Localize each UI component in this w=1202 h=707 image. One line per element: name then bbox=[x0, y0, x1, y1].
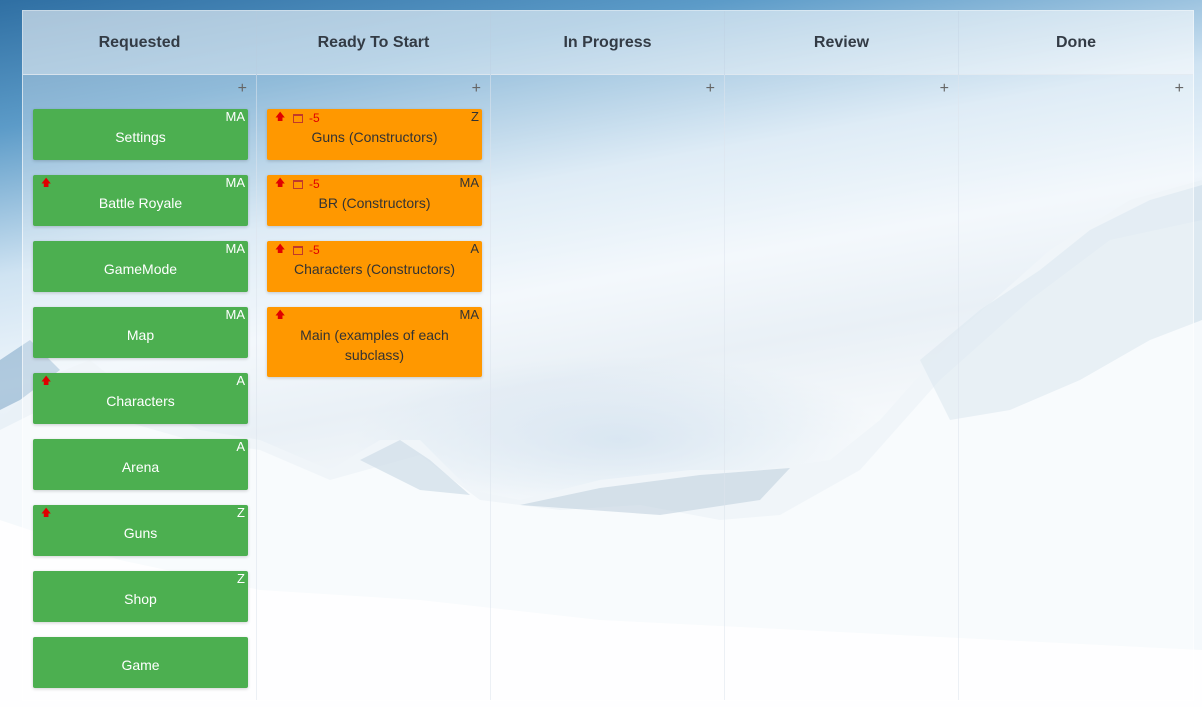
column-review: Review + bbox=[725, 11, 959, 700]
card-meta: 🡅 -5 bbox=[275, 243, 320, 257]
card-list: MA Settings 🡅 MA Battle Royale MA GameMode MA Ma… bbox=[23, 109, 256, 688]
card-meta: 🡅 -5 bbox=[275, 111, 320, 125]
card-meta: 🡅 bbox=[41, 375, 55, 389]
column-done: Done + bbox=[959, 11, 1193, 700]
task-card[interactable]: MA GameMode bbox=[33, 241, 248, 292]
card-meta: 🡅 bbox=[41, 507, 55, 521]
card-meta: 🡅 bbox=[275, 309, 289, 323]
card-title: Map bbox=[126, 327, 155, 343]
card-title: Settings bbox=[115, 129, 166, 145]
column-header: Review bbox=[725, 11, 958, 75]
due-days: -5 bbox=[309, 177, 320, 191]
card-title: Characters bbox=[106, 393, 175, 409]
priority-arrow-up-icon: 🡅 bbox=[275, 243, 286, 255]
assignee-initials: Z bbox=[471, 109, 479, 124]
column-ready-to-start: Ready To Start + 🡅 -5 Z Guns (Constructors)… bbox=[257, 11, 491, 700]
column-header: Done bbox=[959, 11, 1193, 75]
column-header: In Progress bbox=[491, 11, 724, 75]
assignee-initials: Z bbox=[237, 571, 245, 586]
due-days: -5 bbox=[309, 111, 320, 125]
task-card[interactable]: MA Map bbox=[33, 307, 248, 358]
card-title: Shop bbox=[124, 591, 157, 607]
assignee-initials: MA bbox=[225, 109, 246, 124]
column-requested: Requested + MA Settings 🡅 MA Battle Royale MA… bbox=[23, 11, 257, 700]
priority-arrow-up-icon: 🡅 bbox=[41, 375, 52, 387]
card-title: Battle Royale bbox=[98, 195, 183, 211]
column-header: Requested bbox=[23, 11, 256, 75]
kanban-board: Requested + MA Settings 🡅 MA Battle Royale MA… bbox=[22, 10, 1194, 701]
assignee-initials: A bbox=[236, 439, 245, 454]
priority-arrow-up-icon: 🡅 bbox=[275, 177, 286, 189]
add-card-plus-icon[interactable]: + bbox=[472, 81, 481, 97]
assignee-initials: MA bbox=[225, 307, 246, 322]
add-card-plus-icon[interactable]: + bbox=[1175, 81, 1184, 97]
priority-arrow-up-icon: 🡅 bbox=[41, 507, 52, 519]
due-days: -5 bbox=[309, 243, 320, 257]
assignee-initials: A bbox=[470, 241, 479, 256]
task-card[interactable]: 🡅 -5 Z Guns (Constructors) bbox=[267, 109, 482, 160]
card-title: Game bbox=[121, 657, 160, 673]
assignee-initials: A bbox=[236, 373, 245, 388]
priority-arrow-up-icon: 🡅 bbox=[41, 177, 52, 189]
add-card-plus-icon[interactable]: + bbox=[238, 81, 247, 97]
assignee-initials: MA bbox=[459, 175, 480, 190]
task-card[interactable]: 🡅 A Characters bbox=[33, 373, 248, 424]
task-card[interactable]: Game bbox=[33, 637, 248, 688]
card-title: GameMode bbox=[103, 261, 178, 277]
add-card-plus-icon[interactable]: + bbox=[940, 81, 949, 97]
card-title: Main (examples of each subclass) bbox=[300, 327, 449, 363]
card-meta: 🡅 -5 bbox=[275, 177, 320, 191]
task-card[interactable]: 🡅 MA Battle Royale bbox=[33, 175, 248, 226]
calendar-icon bbox=[293, 113, 303, 123]
add-card-plus-icon[interactable]: + bbox=[706, 81, 715, 97]
assignee-initials: MA bbox=[225, 175, 246, 190]
task-card[interactable]: Z Shop bbox=[33, 571, 248, 622]
card-list: 🡅 -5 Z Guns (Constructors) 🡅 -5 MA BR (Construc… bbox=[257, 109, 490, 377]
task-card[interactable]: 🡅 -5 MA BR (Constructors) bbox=[267, 175, 482, 226]
calendar-icon bbox=[293, 245, 303, 255]
priority-arrow-up-icon: 🡅 bbox=[275, 309, 286, 321]
task-card[interactable]: MA Settings bbox=[33, 109, 248, 160]
card-title: Guns bbox=[123, 525, 158, 541]
column-in-progress: In Progress + bbox=[491, 11, 725, 700]
task-card[interactable]: 🡅 -5 A Characters (Constructors) bbox=[267, 241, 482, 292]
task-card[interactable]: 🡅 MA Main (examples of each subclass) bbox=[267, 307, 482, 377]
card-meta: 🡅 bbox=[41, 177, 55, 191]
task-card[interactable]: A Arena bbox=[33, 439, 248, 490]
assignee-initials: MA bbox=[459, 307, 480, 322]
assignee-initials: MA bbox=[225, 241, 246, 256]
assignee-initials: Z bbox=[237, 505, 245, 520]
priority-arrow-up-icon: 🡅 bbox=[275, 111, 286, 123]
column-header: Ready To Start bbox=[257, 11, 490, 75]
calendar-icon bbox=[293, 179, 303, 189]
card-title: Arena bbox=[121, 459, 160, 475]
task-card[interactable]: 🡅 Z Guns bbox=[33, 505, 248, 556]
